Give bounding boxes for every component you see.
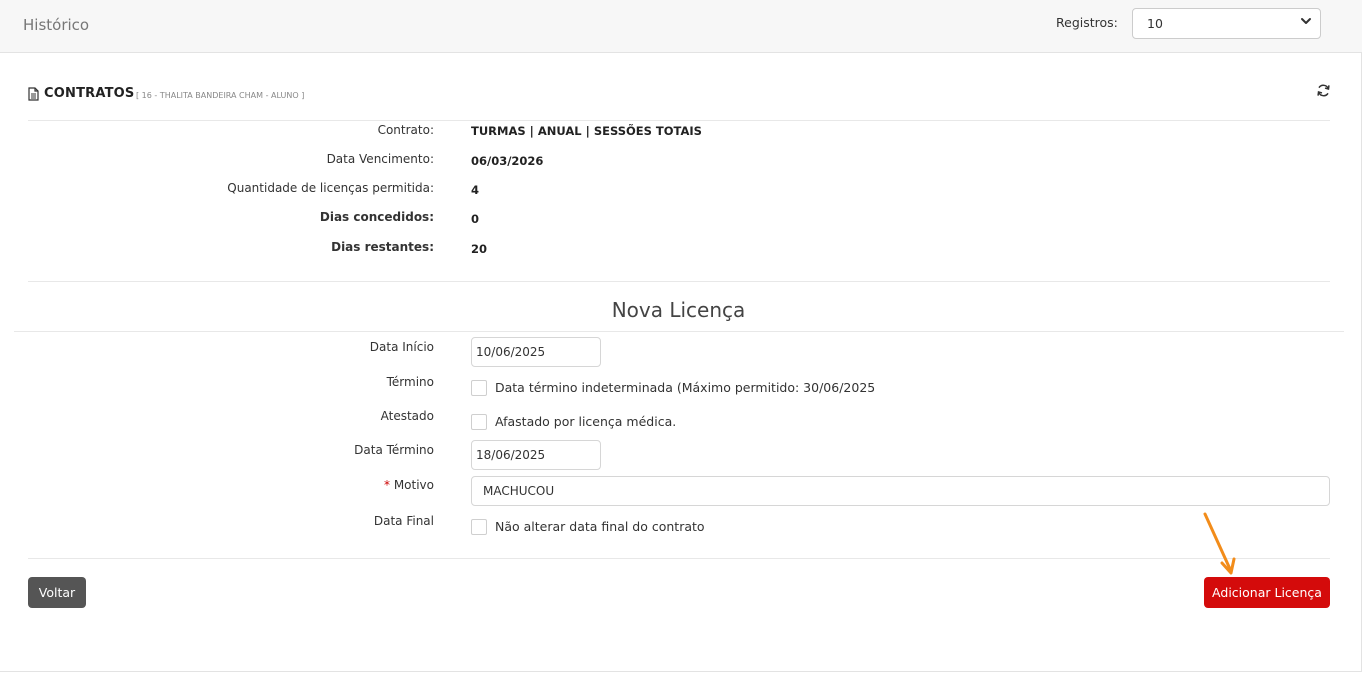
document-icon	[28, 87, 39, 101]
registros-select[interactable]: 10	[1132, 8, 1321, 39]
quantidade-licencas-label: Quantidade de licenças permitida:	[227, 181, 434, 195]
divider	[28, 120, 1330, 121]
chevron-down-icon	[1301, 18, 1311, 24]
contratos-subtitle: [ 16 - THALITA BANDEIRA CHAM - ALUNO ]	[136, 91, 305, 100]
refresh-icon[interactable]	[1316, 83, 1331, 98]
motivo-label-text: Motivo	[393, 478, 434, 492]
divider	[28, 558, 1330, 559]
contrato-value: TURMAS | ANUAL | SESSÕES TOTAIS	[471, 124, 702, 138]
termino-indeterminado-label: Data término indeterminada (Máximo permi…	[495, 380, 876, 395]
registros-selected-value: 10	[1147, 16, 1163, 31]
adicionar-licenca-button[interactable]: Adicionar Licença	[1204, 577, 1330, 608]
atestado-checkbox-label: Afastado por licença médica.	[495, 414, 677, 429]
contrato-label: Contrato:	[377, 123, 434, 137]
registros-label: Registros:	[1056, 15, 1118, 30]
data-termino-label: Data Término	[354, 443, 434, 457]
motivo-input[interactable]: MACHUCOU	[471, 476, 1330, 506]
data-final-label: Data Final	[373, 514, 434, 528]
motivo-label: * Motivo	[384, 478, 434, 492]
termino-indeterminado-checkbox[interactable]	[471, 380, 487, 396]
required-marker: *	[383, 478, 390, 492]
atestado-checkbox[interactable]	[471, 414, 487, 430]
data-vencimento-value: 06/03/2026	[471, 154, 544, 168]
dias-restantes-label: Dias restantes:	[331, 240, 434, 254]
data-inicio-input[interactable]: 10/06/2025	[471, 337, 601, 367]
contratos-title: CONTRATOS	[44, 86, 135, 101]
page-title: Histórico	[23, 16, 90, 34]
annotation-arrow-icon	[1203, 512, 1236, 575]
voltar-button[interactable]: Voltar	[28, 577, 86, 608]
content-panel: CONTRATOS [ 16 - THALITA BANDEIRA CHAM -…	[0, 53, 1362, 672]
dias-concedidos-value: 0	[471, 212, 480, 226]
divider	[28, 281, 1330, 282]
data-termino-input[interactable]: 18/06/2025	[471, 440, 601, 470]
data-vencimento-label: Data Vencimento:	[326, 152, 434, 166]
termino-label: Término	[386, 375, 434, 389]
data-inicio-label: Data Início	[369, 340, 434, 354]
data-final-checkbox-label: Não alterar data final do contrato	[495, 519, 705, 534]
nova-licenca-title: Nova Licença	[611, 298, 746, 322]
quantidade-licencas-value: 4	[471, 183, 480, 197]
atestado-label: Atestado	[380, 409, 434, 423]
dias-restantes-value: 20	[471, 242, 488, 256]
divider	[14, 331, 1344, 332]
dias-concedidos-label: Dias concedidos:	[319, 210, 434, 224]
top-bar: Histórico Registros: 10	[0, 0, 1362, 53]
data-final-checkbox[interactable]	[471, 519, 487, 535]
